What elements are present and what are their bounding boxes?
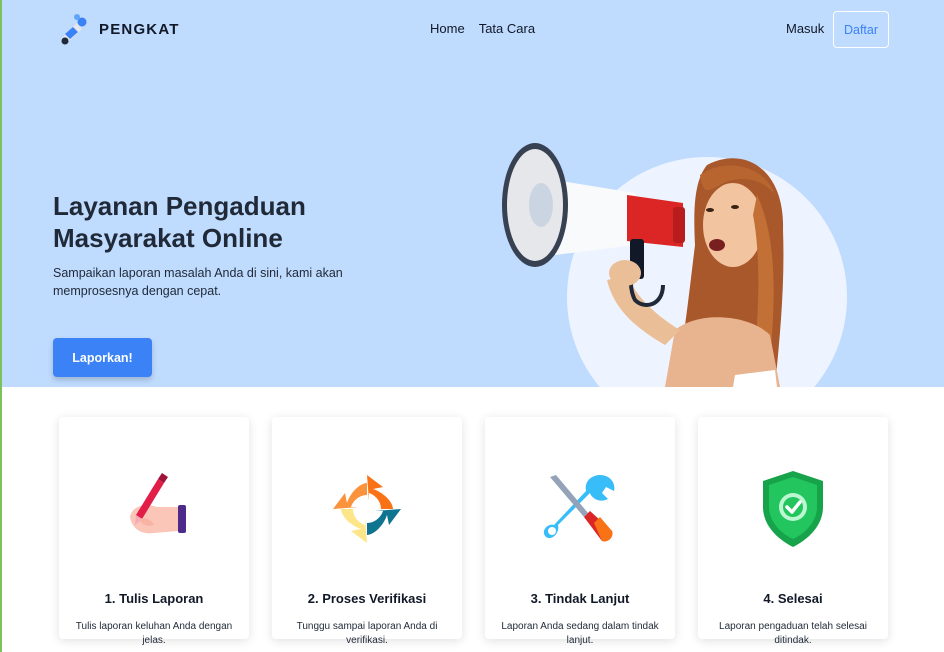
refresh-arrows-icon bbox=[333, 475, 401, 543]
step-title: 2. Proses Verifikasi bbox=[307, 591, 427, 606]
tools-icon bbox=[543, 475, 615, 542]
megaphone-logo-icon bbox=[61, 14, 87, 45]
steps-section: 1. Tulis Laporan Tulis laporan keluhan A… bbox=[0, 387, 944, 652]
navbar: PENGKAT Home Tata Cara Masuk Daftar bbox=[0, 0, 944, 58]
register-button[interactable]: Daftar bbox=[833, 11, 889, 48]
report-button[interactable]: Laporkan! bbox=[53, 338, 152, 377]
shield-check-icon bbox=[763, 471, 823, 547]
nav-links: Home Tata Cara bbox=[430, 21, 535, 36]
pen-hand-icon bbox=[130, 473, 186, 534]
step-title: 1. Tulis Laporan bbox=[104, 591, 204, 606]
step-card-write-report: 1. Tulis Laporan Tulis laporan keluhan A… bbox=[59, 417, 249, 646]
step-description: Tunggu sampai laporan Anda di verifikasi… bbox=[296, 621, 438, 646]
step-card-follow-up: 3. Tindak Lanjut Laporan Anda sedang dal… bbox=[485, 417, 675, 646]
nav-link-tata-cara[interactable]: Tata Cara bbox=[479, 21, 535, 36]
brand-name: PENGKAT bbox=[99, 20, 180, 38]
step-description: Laporan Anda sedang dalam tindak lanjut. bbox=[501, 621, 659, 646]
hero-subtitle: Sampaikan laporan masalah Anda di sini, … bbox=[53, 266, 343, 298]
nav-link-home[interactable]: Home bbox=[430, 21, 465, 36]
left-edge-line bbox=[0, 0, 2, 652]
step-description: Laporan pengaduan telah selesai ditindak… bbox=[719, 621, 867, 646]
step-title: 3. Tindak Lanjut bbox=[530, 591, 630, 606]
hero-title: Layanan Pengaduan Masyarakat Online bbox=[53, 191, 306, 253]
step-title: 4. Selesai bbox=[763, 591, 823, 606]
login-link[interactable]: Masuk bbox=[786, 21, 824, 36]
brand[interactable]: PENGKAT bbox=[55, 10, 180, 48]
woman-megaphone-illustration bbox=[502, 143, 847, 387]
hero-section: PENGKAT Home Tata Cara Masuk Daftar Laya… bbox=[0, 0, 944, 387]
step-description: Tulis laporan keluhan Anda dengan jelas. bbox=[75, 621, 233, 646]
step-card-done: 4. Selesai Laporan pengaduan telah seles… bbox=[698, 417, 888, 646]
step-card-verification: 2. Proses Verifikasi Tunggu sampai lapor… bbox=[272, 417, 462, 646]
